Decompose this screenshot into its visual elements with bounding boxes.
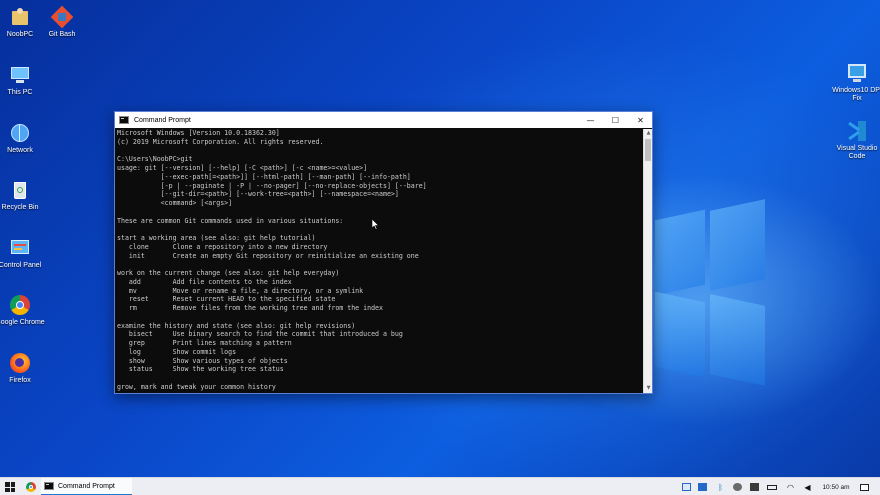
console-line: [-p | --paginate | -P | --no-pager] [--n…: [117, 181, 427, 190]
vertical-scrollbar[interactable]: ▲ ▼: [643, 129, 652, 393]
console-line: Microsoft Windows [Version 10.0.18362.30…: [117, 129, 280, 137]
recycle-bin-icon: [9, 179, 31, 201]
volume-icon[interactable]: ◀: [802, 478, 813, 495]
network-icon: [9, 122, 31, 144]
console-line: usage: git [--version] [--help] [-C <pat…: [117, 164, 368, 172]
command-prompt-window[interactable]: Command Prompt — ☐ ✕ Microsoft Windows […: [114, 111, 653, 394]
console-line: <command> [<args>]: [117, 199, 233, 207]
console-line: C:\Users\NoobPC>git: [117, 155, 193, 164]
desktop-icon-vscode[interactable]: Visual Studio Code: [831, 120, 880, 161]
console-line: show Show various types of objects: [117, 356, 288, 365]
chrome-icon: [9, 294, 31, 316]
action-center-button[interactable]: [858, 478, 870, 495]
console-line: (c) 2019 Microsoft Corporation. All righ…: [117, 137, 324, 146]
windows-logo-light: [655, 199, 765, 386]
console-line: bisect Use binary search to find the com…: [117, 330, 403, 339]
clock-time: 10:50 am: [822, 483, 850, 491]
battery-icon[interactable]: [766, 478, 777, 495]
desktop-icon-chrome[interactable]: Google Chrome: [0, 294, 46, 327]
wifi-icon[interactable]: ◠: [785, 478, 796, 495]
minimize-button[interactable]: —: [579, 112, 602, 128]
tray-keyboard-icon[interactable]: [681, 478, 692, 495]
maximize-button[interactable]: ☐: [604, 112, 627, 128]
command-prompt-icon: [44, 482, 54, 490]
control-panel-icon: [9, 237, 31, 259]
taskbar-command-prompt[interactable]: Command Prompt: [41, 478, 132, 495]
console-line: log Show commit logs: [117, 347, 237, 356]
firefox-icon: [9, 352, 31, 374]
console-line: examine the history and state (see also:…: [117, 321, 356, 330]
console-output[interactable]: Microsoft Windows [Version 10.0.18362.30…: [116, 129, 642, 393]
mouse-cursor-icon: [372, 219, 380, 230]
desktop-icon-label: Google Chrome: [0, 319, 45, 326]
desktop-icon-label: Git Bash: [48, 31, 76, 38]
desktop-icon-control-panel[interactable]: Control Panel: [0, 237, 46, 270]
tray-app2-icon[interactable]: [749, 478, 760, 495]
clock[interactable]: 10:50 am: [816, 478, 856, 495]
console-line: grow, mark and tweak your common history: [117, 382, 276, 391]
notification-icon: [859, 483, 869, 491]
console-line: add Add file contents to the index: [117, 277, 292, 286]
desktop-icon-label: Control Panel: [0, 262, 42, 269]
console-line: status Show the working tree status: [117, 365, 284, 374]
console-line: [--exec-path[=<path>]] [--html-path] [--…: [117, 172, 411, 181]
console-line: grep Print lines matching a pattern: [117, 339, 292, 347]
command-prompt-icon: [119, 116, 129, 124]
scroll-down-icon[interactable]: ▼: [644, 384, 653, 393]
console-line: mv Move or rename a file, a directory, o…: [117, 286, 364, 295]
desktop-icon-git-bash[interactable]: Git Bash: [36, 5, 88, 39]
desktop-icon-firefox[interactable]: Firefox: [0, 352, 46, 385]
taskbar: Command Prompt ᛒ ◠ ◀ 10:50 am: [0, 477, 880, 495]
window-title: Command Prompt: [134, 116, 191, 124]
console-line: clone Clone a repository into a new dire…: [117, 242, 328, 251]
desktop-icon-label: Firefox: [9, 377, 31, 384]
window-titlebar[interactable]: Command Prompt — ☐ ✕: [115, 112, 652, 128]
chrome-icon: [26, 482, 36, 492]
taskbar-chrome[interactable]: [22, 478, 40, 495]
desktop-icon-label: Recycle Bin: [1, 204, 39, 211]
windows-start-icon: [5, 482, 15, 492]
scroll-up-icon[interactable]: ▲: [644, 129, 653, 138]
tray-store-icon[interactable]: [697, 478, 708, 495]
desktop-icon-recycle-bin[interactable]: Recycle Bin: [0, 179, 46, 212]
user-folder-icon: [9, 6, 31, 28]
git-bash-icon: [50, 5, 74, 29]
start-button[interactable]: [0, 478, 20, 495]
tray-app-icon[interactable]: [732, 478, 743, 495]
console-line: work on the current change (see also: gi…: [117, 269, 340, 277]
console-line: reset Reset current HEAD to the specifie…: [117, 295, 336, 304]
console-line: rm Remove files from the working tree an…: [117, 304, 383, 312]
scrollbar-thumb[interactable]: [645, 139, 651, 161]
desktop-icon-dpi-fix[interactable]: Windows10 DPI Fix: [831, 62, 880, 103]
desktop-icon-this-pc[interactable]: This PC: [0, 64, 46, 97]
desktop-icon-label: This PC: [7, 89, 33, 96]
desktop-icon-label: Visual Studio Code: [836, 145, 878, 160]
taskbar-app-label: Command Prompt: [58, 482, 115, 490]
vscode-icon: [846, 120, 868, 142]
dpi-fix-icon: [846, 62, 868, 84]
desktop-icon-network[interactable]: Network: [0, 122, 46, 155]
console-line: [--git-dir=<path>] [--work-tree=<path>] …: [117, 190, 399, 199]
desktop-icon-label: Network: [7, 147, 33, 154]
console-line: init Create an empty Git repository or r…: [117, 251, 419, 260]
desktop-icon-label: Windows10 DPI Fix: [832, 87, 880, 102]
bluetooth-icon[interactable]: ᛒ: [715, 478, 726, 495]
console-line: start a working area (see also: git help…: [117, 234, 316, 242]
this-pc-icon: [9, 64, 31, 86]
close-button[interactable]: ✕: [629, 112, 652, 128]
